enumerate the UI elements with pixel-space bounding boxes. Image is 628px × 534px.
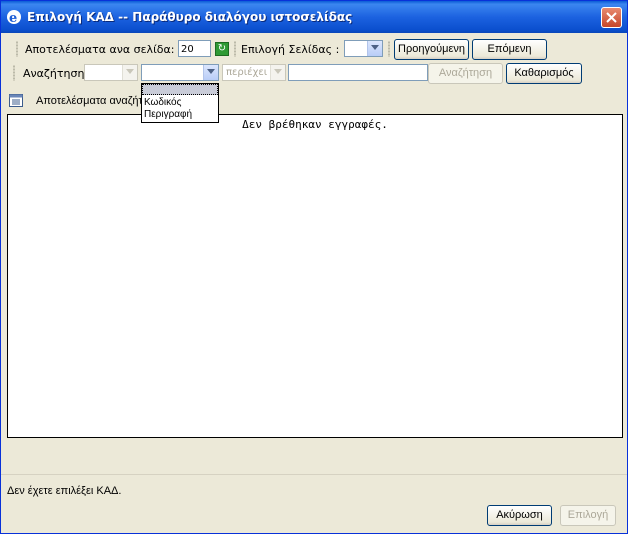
close-button[interactable] [601,7,622,28]
chevron-down-icon [122,65,137,80]
toolbar-grip[interactable] [234,41,236,57]
next-button[interactable]: Επόμενη [472,39,547,60]
search-text-input[interactable] [288,64,428,81]
results-per-page-input[interactable] [178,40,211,57]
search-field-dropdown[interactable]: Κωδικός Περιγραφή [141,83,219,123]
dropdown-option-description[interactable]: Περιγραφή [142,109,218,121]
cancel-button[interactable]: Ακύρωση [487,505,552,526]
chevron-down-icon [270,65,285,80]
results-per-page-label: Αποτελέσματα ανα σελίδα: [25,43,175,56]
search-scope-select [84,64,138,81]
dropdown-option-code[interactable]: Κωδικός [142,97,218,109]
toolbar-grip[interactable] [388,41,390,57]
toolbar-grip[interactable] [16,41,18,57]
selection-status: Δεν έχετε επιλέξει ΚΑΔ. [7,485,122,497]
dialog-window: e Επιλογή ΚΑΔ -- Παράθυρο διαλόγου ιστοσ… [0,0,628,534]
divider [1,474,627,475]
title-bar[interactable]: e Επιλογή ΚΑΔ -- Παράθυρο διαλόγου ιστοσ… [1,1,627,33]
table-icon [9,94,23,107]
page-select-label: Επιλογή Σελίδας : [241,43,340,56]
previous-button[interactable]: Προηγούμενη [394,39,469,60]
page-select[interactable] [344,40,383,57]
paging-toolbar: Αποτελέσματα ανα σελίδα: ↻ Επιλογή Σελίδ… [7,38,621,61]
search-toolbar: Αναζήτηση: περιέχει Αναζήτηση Καθαρισμός [7,62,621,85]
search-label: Αναζήτηση: [23,67,89,80]
chevron-down-icon[interactable] [367,41,382,56]
window-title: Επιλογή ΚΑΔ -- Παράθυρο διαλόγου ιστοσελ… [27,10,353,24]
select-button[interactable]: Επιλογή [560,505,616,526]
search-button[interactable]: Αναζήτηση [428,63,503,84]
refresh-icon[interactable]: ↻ [215,42,229,56]
no-results-message: Δεν βρέθηκαν εγγραφές. [242,118,388,131]
search-field-select[interactable] [141,64,219,81]
svg-text:e: e [9,11,17,25]
clear-button[interactable]: Καθαρισμός [506,63,582,84]
results-table: Δεν βρέθηκαν εγγραφές. [7,114,623,438]
results-section-label: Αποτελέσματα αναζήτ [36,95,143,107]
internet-explorer-icon: e [6,9,22,26]
toolbar-grip[interactable] [13,65,15,81]
chevron-down-icon[interactable] [203,65,218,80]
dropdown-option-empty[interactable] [142,84,218,95]
search-operator-select: περιέχει [222,64,286,81]
